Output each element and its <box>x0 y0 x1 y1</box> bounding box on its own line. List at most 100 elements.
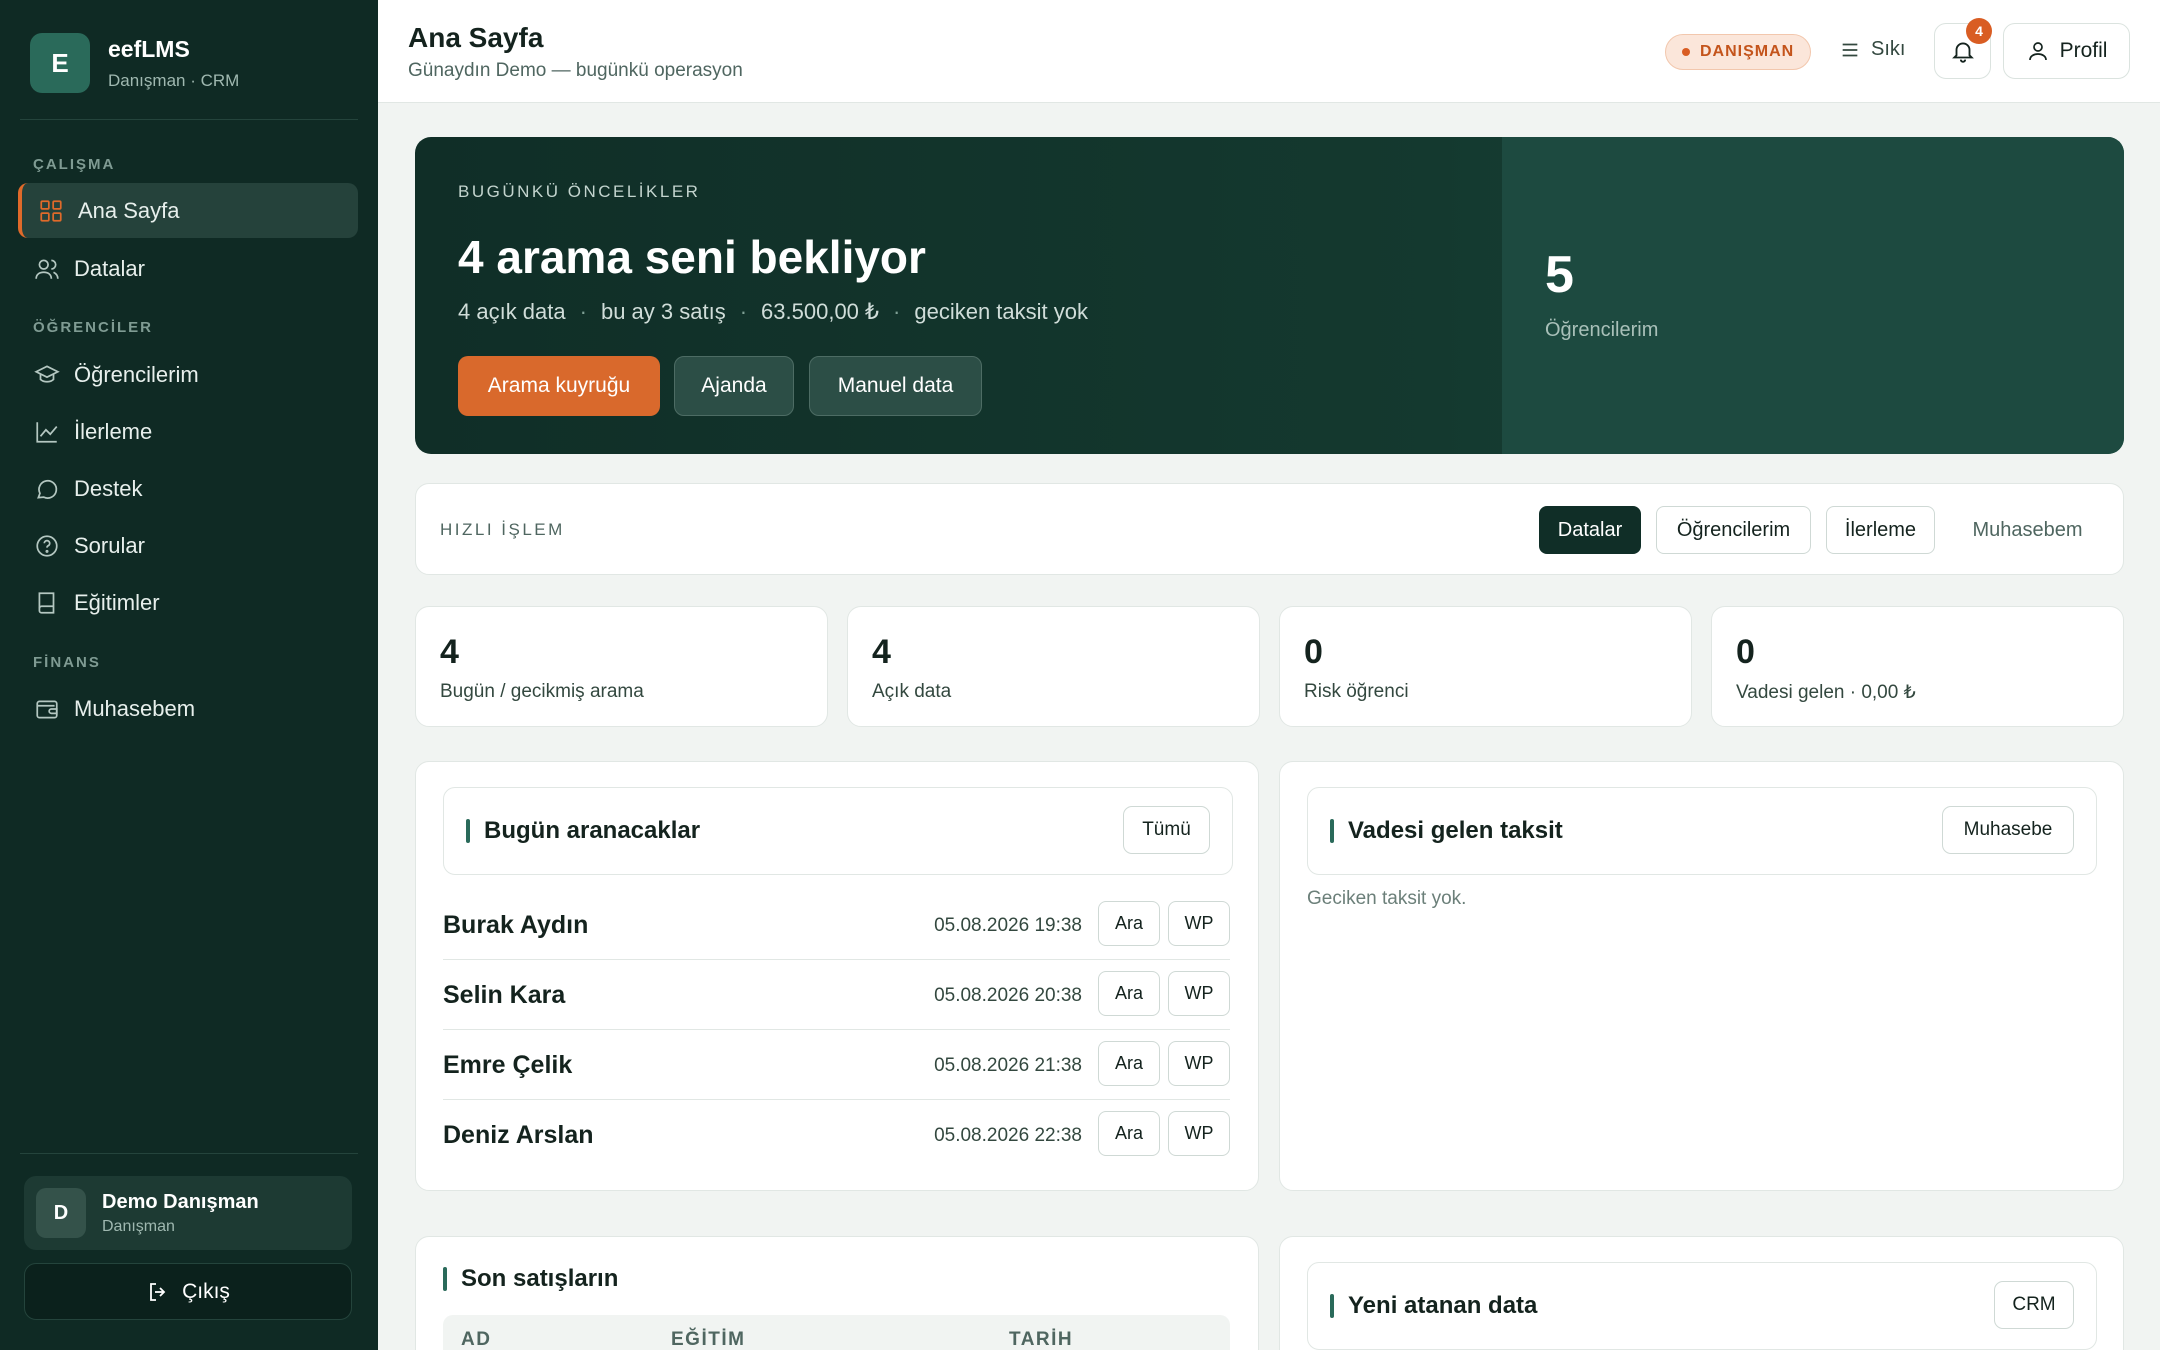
call-button[interactable]: Ara <box>1098 1111 1160 1156</box>
panel-header: Bugün aranacaklar Tümü <box>443 787 1233 875</box>
sidebar-item-egitimler[interactable]: Eğitimler <box>18 575 358 630</box>
panel-title: Son satışların <box>443 1265 618 1293</box>
all-calls-button[interactable]: Tümü <box>1123 806 1210 854</box>
call-row: Burak Aydın 05.08.2026 19:38 Ara WP <box>443 890 1230 960</box>
profile-label: Profil <box>2059 39 2108 62</box>
sidebar-item-label: Datalar <box>74 255 145 281</box>
stat-card-due[interactable]: 0 Vadesi gelen · 0,00 ₺ <box>1711 606 2124 727</box>
notifications-button[interactable]: 4 <box>1934 18 1992 79</box>
separator: · <box>739 299 748 324</box>
top-header: Ana Sayfa Günaydın Demo — bugünkü operas… <box>378 0 2160 103</box>
empty-state-text: Geciken taksit yok. <box>1307 888 1467 909</box>
logout-button[interactable]: Çıkış <box>24 1263 352 1320</box>
hero-stat-open-data: 4 açık data <box>458 299 566 324</box>
graduation-cap-icon <box>34 362 60 388</box>
sidebar-item-muhasebem[interactable]: Muhasebem <box>18 681 358 736</box>
stat-value: 4 <box>440 633 459 671</box>
column-header[interactable]: EĞİTİM <box>671 1329 745 1350</box>
section-title-finans: FİNANS <box>33 654 101 671</box>
whatsapp-button[interactable]: WP <box>1168 971 1230 1016</box>
students-count: 5 <box>1545 246 1574 304</box>
students-summary[interactable]: 5 Öğrencilerim <box>1502 137 2124 454</box>
call-button[interactable]: Ara <box>1098 971 1160 1016</box>
sidebar-item-label: Sorular <box>74 532 145 558</box>
hero-stat-installments: geciken taksit yok <box>914 299 1088 324</box>
chart-line-icon <box>34 419 60 445</box>
sidebar-item-sorular[interactable]: Sorular <box>18 518 358 573</box>
chip-muhasebem[interactable]: Muhasebem <box>1950 506 2105 554</box>
column-header[interactable]: TARİH <box>1009 1329 1073 1350</box>
whatsapp-button[interactable]: WP <box>1168 1111 1230 1156</box>
sidebar-item-destek[interactable]: Destek <box>18 461 358 516</box>
stat-value: 0 <box>1304 633 1323 671</box>
logout-label: Çıkış <box>182 1279 230 1303</box>
column-header[interactable]: AD <box>461 1329 491 1350</box>
manual-data-button[interactable]: Manuel data <box>809 356 982 416</box>
section-title-calisma: ÇALIŞMA <box>33 156 116 173</box>
call-button[interactable]: Ara <box>1098 1041 1160 1086</box>
call-button[interactable]: Ara <box>1098 901 1160 946</box>
stat-label: Bugün / gecikmiş arama <box>440 681 644 702</box>
contact-name[interactable]: Emre Çelik <box>443 1051 572 1080</box>
hero-kicker: BUGÜNKÜ ÖNCELİKLER <box>458 182 701 201</box>
accounting-button[interactable]: Muhasebe <box>1942 806 2074 854</box>
sidebar-item-label: Eğitimler <box>74 589 160 615</box>
stat-card-risk-students[interactable]: 0 Risk öğrenci <box>1279 606 1692 727</box>
stat-card-calls[interactable]: 4 Bugün / gecikmiş arama <box>415 606 828 727</box>
call-row: Selin Kara 05.08.2026 20:38 Ara WP <box>443 960 1230 1030</box>
call-queue-button[interactable]: Arama kuyruğu <box>458 356 660 416</box>
chip-datalar[interactable]: Datalar <box>1539 506 1641 554</box>
panel-header: Vadesi gelen taksit Muhasebe <box>1307 787 2097 875</box>
user-card[interactable]: D Demo Danışman Danışman <box>24 1176 352 1250</box>
user-icon <box>2028 42 2047 61</box>
call-row: Emre Çelik 05.08.2026 21:38 Ara WP <box>443 1030 1230 1100</box>
quick-actions-label: HIZLI İŞLEM <box>440 520 565 539</box>
quick-actions: HIZLI İŞLEM Datalar Öğrencilerim İlerlem… <box>415 483 2124 575</box>
hero-stat-revenue: 63.500,00 ₺ <box>761 299 880 324</box>
call-row: Deniz Arslan 05.08.2026 22:38 Ara WP <box>443 1100 1230 1170</box>
priorities-hero: BUGÜNKÜ ÖNCELİKLER 4 arama seni bekliyor… <box>415 137 2124 454</box>
sidebar-item-label: Muhasebem <box>74 695 196 721</box>
role-badge-label: DANIŞMAN <box>1700 43 1795 60</box>
users-icon <box>34 256 60 282</box>
panel-title: Vadesi gelen taksit <box>1330 817 1563 845</box>
stat-label: Vadesi gelen · 0,00 ₺ <box>1736 682 1916 703</box>
students-label: Öğrencilerim <box>1545 319 1659 341</box>
new-data-panel: Yeni atanan data CRM <box>1279 1236 2124 1350</box>
call-time: 05.08.2026 20:38 <box>934 985 1082 1006</box>
brand[interactable]: E eefLMS Danışman · CRM <box>30 33 239 93</box>
separator: · <box>893 299 901 324</box>
call-time: 05.08.2026 21:38 <box>934 1055 1082 1076</box>
hero-stat-sales: bu ay 3 satış <box>600 299 726 324</box>
call-time: 05.08.2026 19:38 <box>934 915 1082 936</box>
sidebar: E eefLMS Danışman · CRM ÇALIŞMA Ana Sayf… <box>0 0 378 1350</box>
chip-ogrencilerim[interactable]: Öğrencilerim <box>1656 506 1811 554</box>
agenda-button[interactable]: Ajanda <box>674 356 794 416</box>
stat-card-open-data[interactable]: 4 Açık data <box>847 606 1260 727</box>
crm-button[interactable]: CRM <box>1994 1281 2074 1329</box>
chip-ilerleme[interactable]: İlerleme <box>1826 506 1935 554</box>
logout-icon <box>150 1282 166 1301</box>
whatsapp-button[interactable]: WP <box>1168 901 1230 946</box>
grid-icon <box>38 198 64 224</box>
contact-name[interactable]: Deniz Arslan <box>443 1121 594 1150</box>
chat-bubble-icon <box>34 476 60 502</box>
sidebar-item-ana-sayfa[interactable]: Ana Sayfa <box>18 183 358 238</box>
menu-lines-icon <box>1842 43 1858 56</box>
brand-logo: E <box>30 33 90 93</box>
density-toggle[interactable]: Sıkı <box>1839 38 1905 61</box>
contact-name[interactable]: Burak Aydın <box>443 911 588 940</box>
sidebar-item-label: Ana Sayfa <box>78 197 180 223</box>
profile-button[interactable]: Profil <box>2003 23 2130 79</box>
whatsapp-button[interactable]: WP <box>1168 1041 1230 1086</box>
contact-name[interactable]: Selin Kara <box>443 981 565 1010</box>
panel-title: Yeni atanan data <box>1330 1292 1537 1320</box>
sidebar-item-ilerleme[interactable]: İlerleme <box>18 404 358 459</box>
page-subtitle: Günaydın Demo — bugünkü operasyon <box>408 60 743 81</box>
table-header: AD EĞİTİM TARİH <box>443 1315 1230 1350</box>
hero-stats: 4 açık data · bu ay 3 satış · 63.500,00 … <box>458 299 1088 325</box>
sidebar-item-datalar[interactable]: Datalar <box>18 241 358 296</box>
role-badge: DANIŞMAN <box>1665 34 1812 70</box>
stat-label: Risk öğrenci <box>1304 681 1409 702</box>
sidebar-item-ogrencilerim[interactable]: Öğrencilerim <box>18 347 358 402</box>
